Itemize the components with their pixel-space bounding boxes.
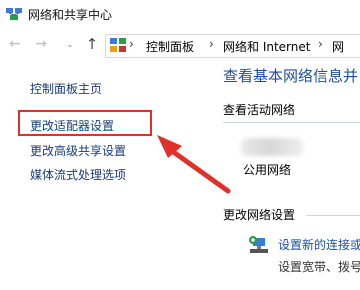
media-streaming-options-link[interactable]: 媒体流式处理选项	[30, 166, 126, 183]
change-advanced-sharing-link[interactable]: 更改高级共享设置	[30, 142, 126, 159]
up-button[interactable]: ↑	[85, 37, 99, 52]
new-connection-icon	[249, 236, 268, 253]
network-type: 公用网络	[243, 163, 292, 177]
network-name-blurred	[241, 138, 303, 156]
breadcrumb-control-panel[interactable]: 控制面板	[146, 38, 194, 55]
breadcrumb-network-center[interactable]: 网	[332, 38, 344, 55]
title-bar: 网络和共享中心	[0, 0, 360, 30]
right-pane: 查看基本网络信息并 查看活动网络 公用网络 更改网络设置 设置新的连接或 设置宽…	[210, 60, 360, 290]
window-title: 网络和共享中心	[28, 8, 113, 22]
page-heading: 查看基本网络信息并	[223, 67, 359, 85]
setup-new-connection-description: 设置宽带、拨号	[278, 260, 360, 274]
setup-new-connection-link[interactable]: 设置新的连接或	[278, 236, 360, 253]
breadcrumb-network-internet[interactable]: 网络和 Internet	[223, 38, 310, 55]
breadcrumb-separator: ›	[209, 37, 214, 51]
change-network-settings-label: 更改网络设置	[223, 208, 296, 222]
address-bar[interactable]: › 控制面板 › 网络和 Internet › 网	[105, 34, 360, 58]
recent-locations-button[interactable]: ⌄	[63, 38, 77, 52]
left-pane: 控制面板主页 更改适配器设置 更改高级共享设置 媒体流式处理选项	[0, 60, 210, 290]
control-panel-icon	[110, 38, 126, 52]
network-center-icon	[6, 8, 22, 20]
active-networks-label: 查看活动网络	[223, 103, 296, 117]
breadcrumb-separator: ›	[129, 37, 134, 51]
divider	[223, 122, 360, 123]
breadcrumb-separator: ›	[318, 37, 323, 51]
forward-button[interactable]: →	[34, 37, 48, 51]
navigation-bar: ← → ⌄ ↑ › 控制面板 › 网络和 Internet › 网	[0, 31, 360, 59]
control-panel-home-link[interactable]: 控制面板主页	[30, 80, 102, 97]
back-button[interactable]: ←	[8, 37, 22, 51]
divider	[306, 215, 360, 216]
highlight-box	[18, 110, 152, 136]
